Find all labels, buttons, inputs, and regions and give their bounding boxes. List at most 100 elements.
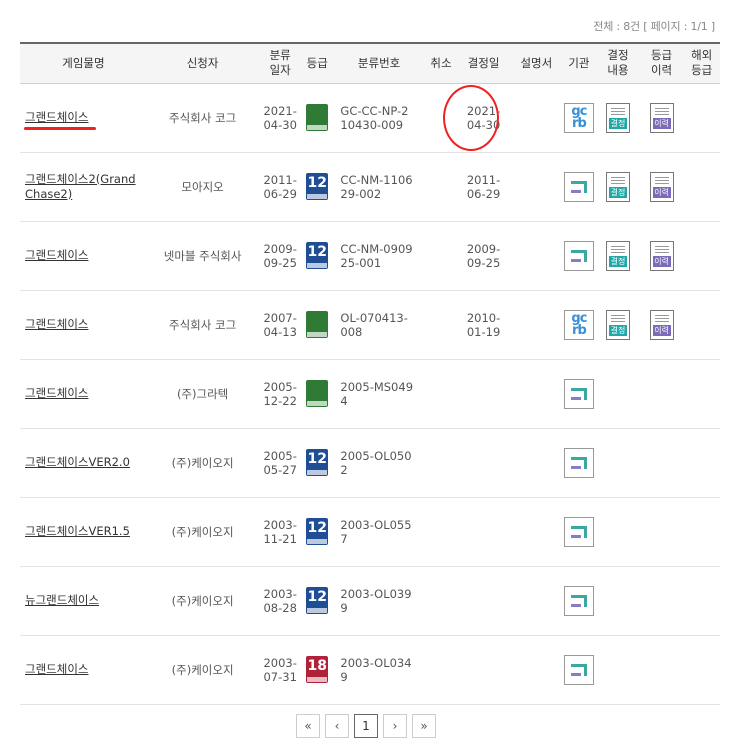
history-document-icon[interactable]: 이력 (649, 240, 674, 271)
decision-document-icon[interactable]: 결정 (605, 171, 630, 202)
col-header-overseas: 해외등급 (683, 42, 720, 84)
table-row: 뉴그랜드체이스 (주)케이오지 2003-08-28 12 2003-OL0399 (20, 566, 720, 636)
grac-agency-logo-icon[interactable] (563, 447, 594, 478)
decision-date: 2021-04-30 (466, 103, 501, 132)
date-cell: 2021-04-30 (258, 83, 302, 153)
pagination: « ‹ 1 › » (296, 714, 436, 738)
decision-date-cell: 2009-09-25 (456, 221, 511, 291)
cancel-cell (425, 83, 457, 153)
game-name-cell: 그랜드체이스 (20, 359, 147, 429)
number-cell: 2003-OL0557 (332, 497, 426, 567)
number-cell: CC-NM-110629-002 (332, 152, 426, 222)
cancel-cell (425, 152, 457, 222)
last-page-button[interactable]: » (412, 714, 436, 738)
decision-tag: 결정 (608, 117, 627, 129)
manual-cell (510, 635, 562, 705)
rating-history-cell: 이력 (639, 152, 684, 222)
decision-document-icon[interactable]: 결정 (605, 240, 630, 271)
prev-page-button[interactable]: ‹ (325, 714, 349, 738)
decision-date: 2009-09-25 (466, 241, 501, 270)
agency-cell (561, 359, 597, 429)
gc-agency-logo-icon[interactable]: gc rb (563, 102, 594, 133)
game-name-link[interactable]: 그랜드체이스VER2.0 (25, 455, 130, 469)
overseas-cell (683, 497, 720, 567)
history-document-icon[interactable]: 이력 (649, 309, 674, 340)
total-count: 전체 : 8건 (593, 20, 640, 33)
game-name-link[interactable]: 그랜드체이스 (25, 110, 88, 124)
table-header-row: 게임물명 신청자 분류일자 등급 분류번호 취소 결정일 설명서 기관 결정내용… (20, 42, 720, 84)
decision-document-icon[interactable]: 결정 (605, 102, 630, 133)
history-tag: 이력 (652, 255, 671, 267)
decision-date-cell: 2011-06-29 (456, 152, 511, 222)
next-page-button[interactable]: › (383, 714, 407, 738)
rating-history-cell (639, 566, 684, 636)
rating-badge-icon (306, 104, 329, 131)
applicant-cell: (주)케이오지 (146, 566, 259, 636)
game-name-cell: 그랜드체이스2(Grand Chase2) (20, 152, 147, 222)
manual-cell (510, 290, 562, 360)
first-page-button[interactable]: « (296, 714, 320, 738)
history-tag: 이력 (652, 186, 671, 198)
decision-document-icon[interactable]: 결정 (605, 309, 630, 340)
applicant-cell: 모아지오 (146, 152, 259, 222)
overseas-cell (683, 152, 720, 222)
manual-cell (510, 83, 562, 153)
overseas-cell (683, 635, 720, 705)
classification-number: 2003-OL0399 (340, 586, 412, 615)
grac-mark (570, 249, 587, 262)
game-name-cell: 그랜드체이스 (20, 83, 147, 153)
date-cell: 2011-06-29 (258, 152, 302, 222)
rating-badge-icon (306, 380, 329, 407)
grac-agency-logo-icon[interactable] (563, 585, 594, 616)
date-cell: 2003-11-21 (258, 497, 302, 567)
game-name-link[interactable]: 그랜드체이스 (25, 317, 88, 331)
decision-date-cell (456, 497, 511, 567)
game-name-link[interactable]: 그랜드체이스VER1.5 (25, 524, 130, 538)
grac-agency-logo-icon[interactable] (563, 378, 594, 409)
col-header-number: 분류번호 (332, 42, 426, 84)
applicant-cell: (주)케이오지 (146, 635, 259, 705)
game-name-link[interactable]: 그랜드체이스 (25, 386, 88, 400)
grac-agency-logo-icon[interactable] (563, 654, 594, 685)
game-name-link[interactable]: 그랜드체이스 (25, 248, 88, 262)
number-cell: 2005-OL0502 (332, 428, 426, 498)
game-name-link[interactable]: 뉴그랜드체이스 (25, 593, 99, 607)
manual-cell (510, 359, 562, 429)
classification-date: 2007-04-13 (263, 310, 297, 339)
cancel-cell (425, 221, 457, 291)
decision-date: 2010-01-19 (466, 310, 501, 339)
col-header-cancel: 취소 (425, 42, 457, 84)
classification-date: 2005-12-22 (263, 379, 297, 408)
classification-date: 2005-05-27 (263, 448, 297, 477)
rating-cell: 18 (302, 635, 333, 705)
page-1-button[interactable]: 1 (354, 714, 378, 738)
manual-cell (510, 152, 562, 222)
grac-agency-logo-icon[interactable] (563, 516, 594, 547)
applicant-cell: 주식회사 코그 (146, 290, 259, 360)
decision-tag: 결정 (608, 324, 627, 336)
decision-content-cell (596, 497, 640, 567)
col-header-name: 게임물명 (20, 42, 147, 84)
decision-tag: 결정 (608, 255, 627, 267)
classification-number: GC-CC-NP-210430-009 (340, 103, 409, 132)
col-header-manual: 설명서 (510, 42, 562, 84)
rating-history-cell: 이력 (639, 290, 684, 360)
table-row: 그랜드체이스 주식회사 코그 2021-04-30 GC-CC-NP-210430-0… (20, 83, 720, 153)
history-document-icon[interactable]: 이력 (649, 171, 674, 202)
date-cell: 2003-07-31 (258, 635, 302, 705)
rating-cell: 12 (302, 221, 333, 291)
rating-history-cell (639, 359, 684, 429)
classification-date: 2021-04-30 (263, 103, 297, 132)
decision-date-cell: 2021-04-30 (456, 83, 511, 153)
game-name-cell: 그랜드체이스 (20, 635, 147, 705)
grac-mark (570, 387, 587, 400)
grac-agency-logo-icon[interactable] (563, 240, 594, 271)
game-name-link[interactable]: 그랜드체이스2(Grand Chase2) (25, 172, 136, 201)
gc-agency-logo-icon[interactable]: gc rb (563, 309, 594, 340)
game-name-link[interactable]: 그랜드체이스 (25, 662, 88, 676)
grac-agency-logo-icon[interactable] (563, 171, 594, 202)
date-cell: 2009-09-25 (258, 221, 302, 291)
history-document-icon[interactable]: 이력 (649, 102, 674, 133)
manual-cell (510, 428, 562, 498)
decision-date-cell (456, 635, 511, 705)
